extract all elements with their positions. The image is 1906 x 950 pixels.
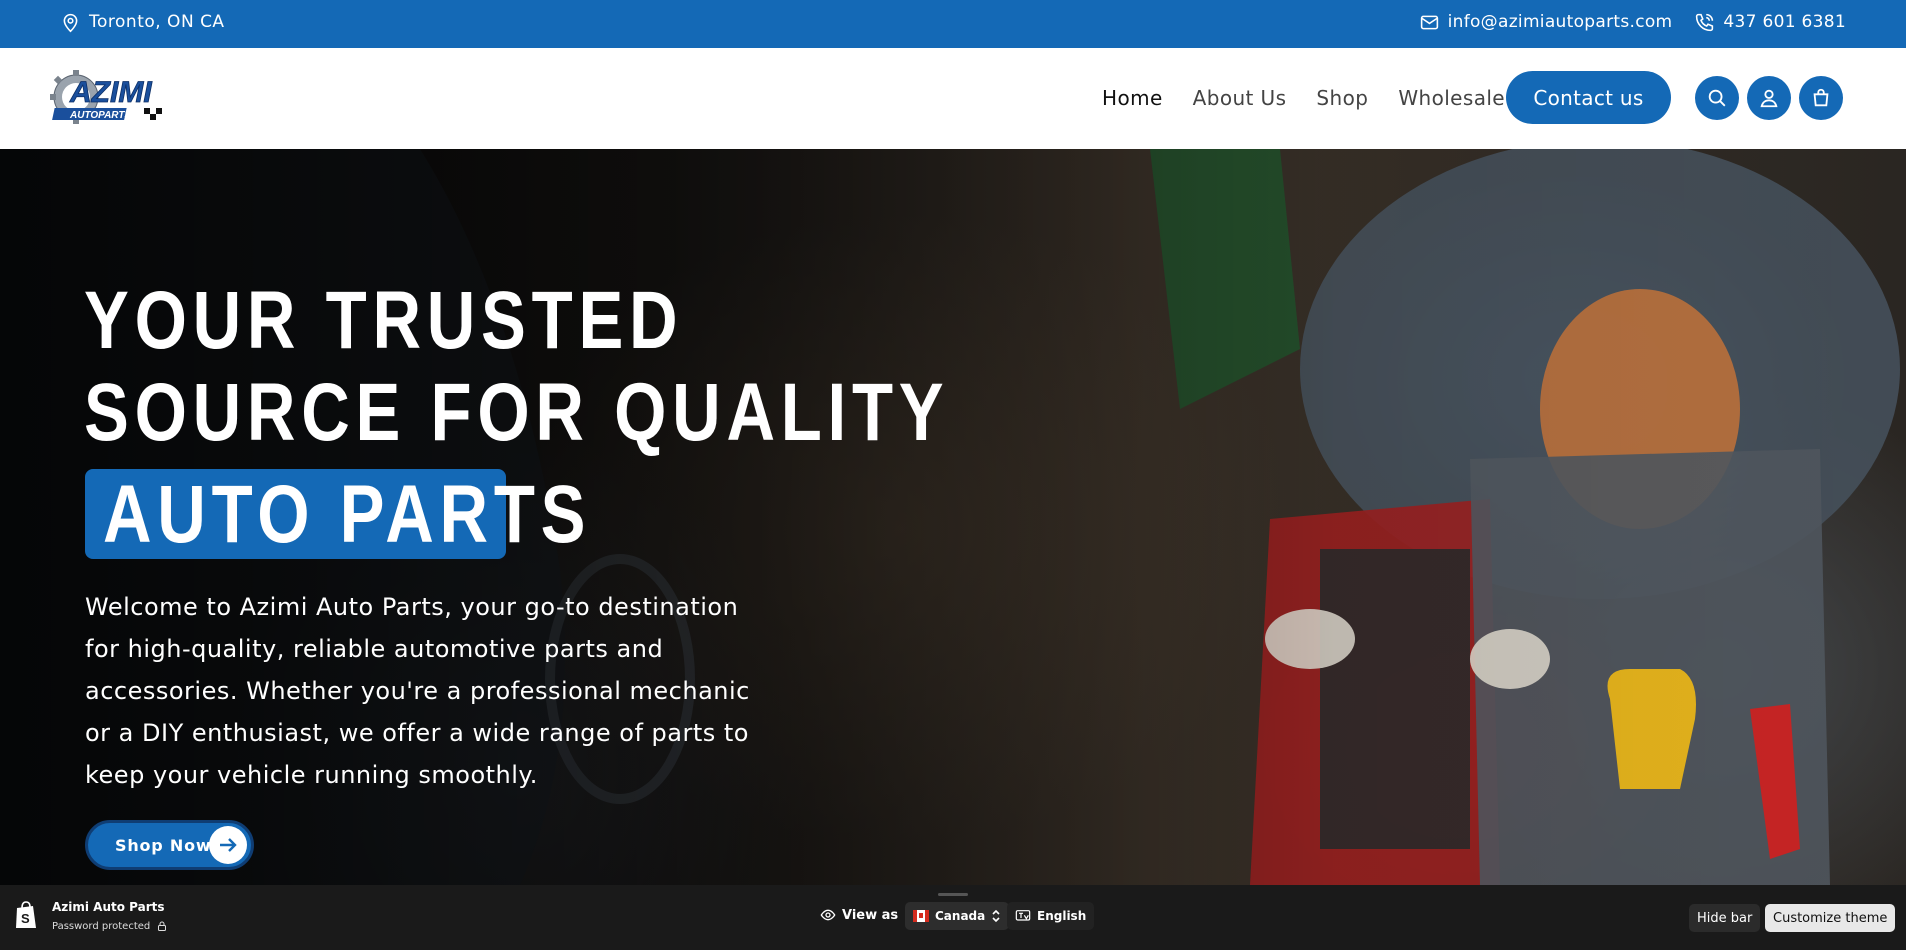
hide-bar-button[interactable]: Hide bar <box>1689 904 1761 932</box>
language-value: English <box>1037 909 1087 923</box>
site-header: AZIMI AUTOPARTS Home About Us Shop Whole… <box>0 48 1906 149</box>
customize-theme-button[interactable]: Customize theme <box>1765 904 1896 932</box>
search-icon <box>1708 89 1726 107</box>
cart-button[interactable] <box>1799 76 1843 120</box>
svg-text:AUTOPARTS: AUTOPARTS <box>69 110 131 121</box>
phone-text: 437 601 6381 <box>1723 12 1846 32</box>
location-pin-icon <box>63 13 78 32</box>
canada-flag-icon <box>913 910 929 922</box>
store-name: Azimi Auto Parts <box>52 900 165 914</box>
phone-icon <box>1696 13 1714 31</box>
hero-title-line-2: SOURCE FOR QUALITY <box>84 367 950 458</box>
svg-text:S: S <box>21 911 30 926</box>
view-as: View as <box>820 907 898 923</box>
nav-about-us[interactable]: About Us <box>1193 86 1287 110</box>
account-button[interactable] <box>1747 76 1791 120</box>
arrow-right-icon <box>209 826 247 864</box>
preview-bar: S Azimi Auto Parts Password protected Vi… <box>0 885 1906 950</box>
cart-icon <box>1813 88 1829 107</box>
language-icon <box>1015 910 1031 921</box>
nav-shop[interactable]: Shop <box>1316 86 1368 110</box>
language-selector[interactable]: English <box>1007 902 1095 930</box>
shop-now-button[interactable]: Shop Now <box>85 820 254 870</box>
account-icon <box>1760 89 1778 108</box>
password-status-text: Password protected <box>52 920 151 932</box>
nav-home[interactable]: Home <box>1102 86 1163 110</box>
hero-highlight-text: AUTO PARTS <box>103 469 592 560</box>
location-text: Toronto, ON CA <box>89 12 225 32</box>
location: Toronto, ON CA <box>60 0 225 44</box>
top-info-bar: Toronto, ON CA info@azimiautoparts.com 4… <box>0 0 1906 48</box>
svg-text:AZIMI: AZIMI <box>69 76 152 109</box>
hero-banner: YOUR TRUSTED SOURCE FOR QUALITY AUTO PAR… <box>0 149 1906 885</box>
phone-link[interactable]: 437 601 6381 <box>1694 12 1846 33</box>
country-value: Canada <box>935 909 986 923</box>
drag-handle[interactable] <box>938 893 968 896</box>
email-link[interactable]: info@azimiautoparts.com <box>1419 12 1673 33</box>
view-as-label: View as <box>842 907 899 923</box>
hero-title-line-1: YOUR TRUSTED <box>84 275 684 366</box>
shop-now-label: Shop Now <box>115 835 212 855</box>
email-text: info@azimiautoparts.com <box>1447 12 1673 32</box>
mail-icon <box>1420 15 1438 29</box>
hero-title: YOUR TRUSTED SOURCE FOR QUALITY <box>84 275 949 459</box>
main-nav: Home About Us Shop Wholesale <box>1102 71 1505 125</box>
chevron-up-down-icon <box>992 909 1000 923</box>
shopify-bag-icon: S <box>16 901 36 928</box>
hero-highlight-box: AUTO PARTS <box>85 469 586 559</box>
eye-icon <box>820 909 836 921</box>
azimi-logo[interactable]: AZIMI AUTOPARTS <box>48 64 184 130</box>
search-button[interactable] <box>1695 76 1739 120</box>
lock-icon <box>158 921 167 931</box>
nav-wholesale[interactable]: Wholesale <box>1398 86 1505 110</box>
contact-us-button[interactable]: Contact us <box>1506 71 1671 124</box>
country-selector[interactable]: Canada <box>905 902 1010 930</box>
password-status: Password protected <box>52 920 168 932</box>
hero-description: Welcome to Azimi Auto Parts, your go-to … <box>85 593 750 789</box>
